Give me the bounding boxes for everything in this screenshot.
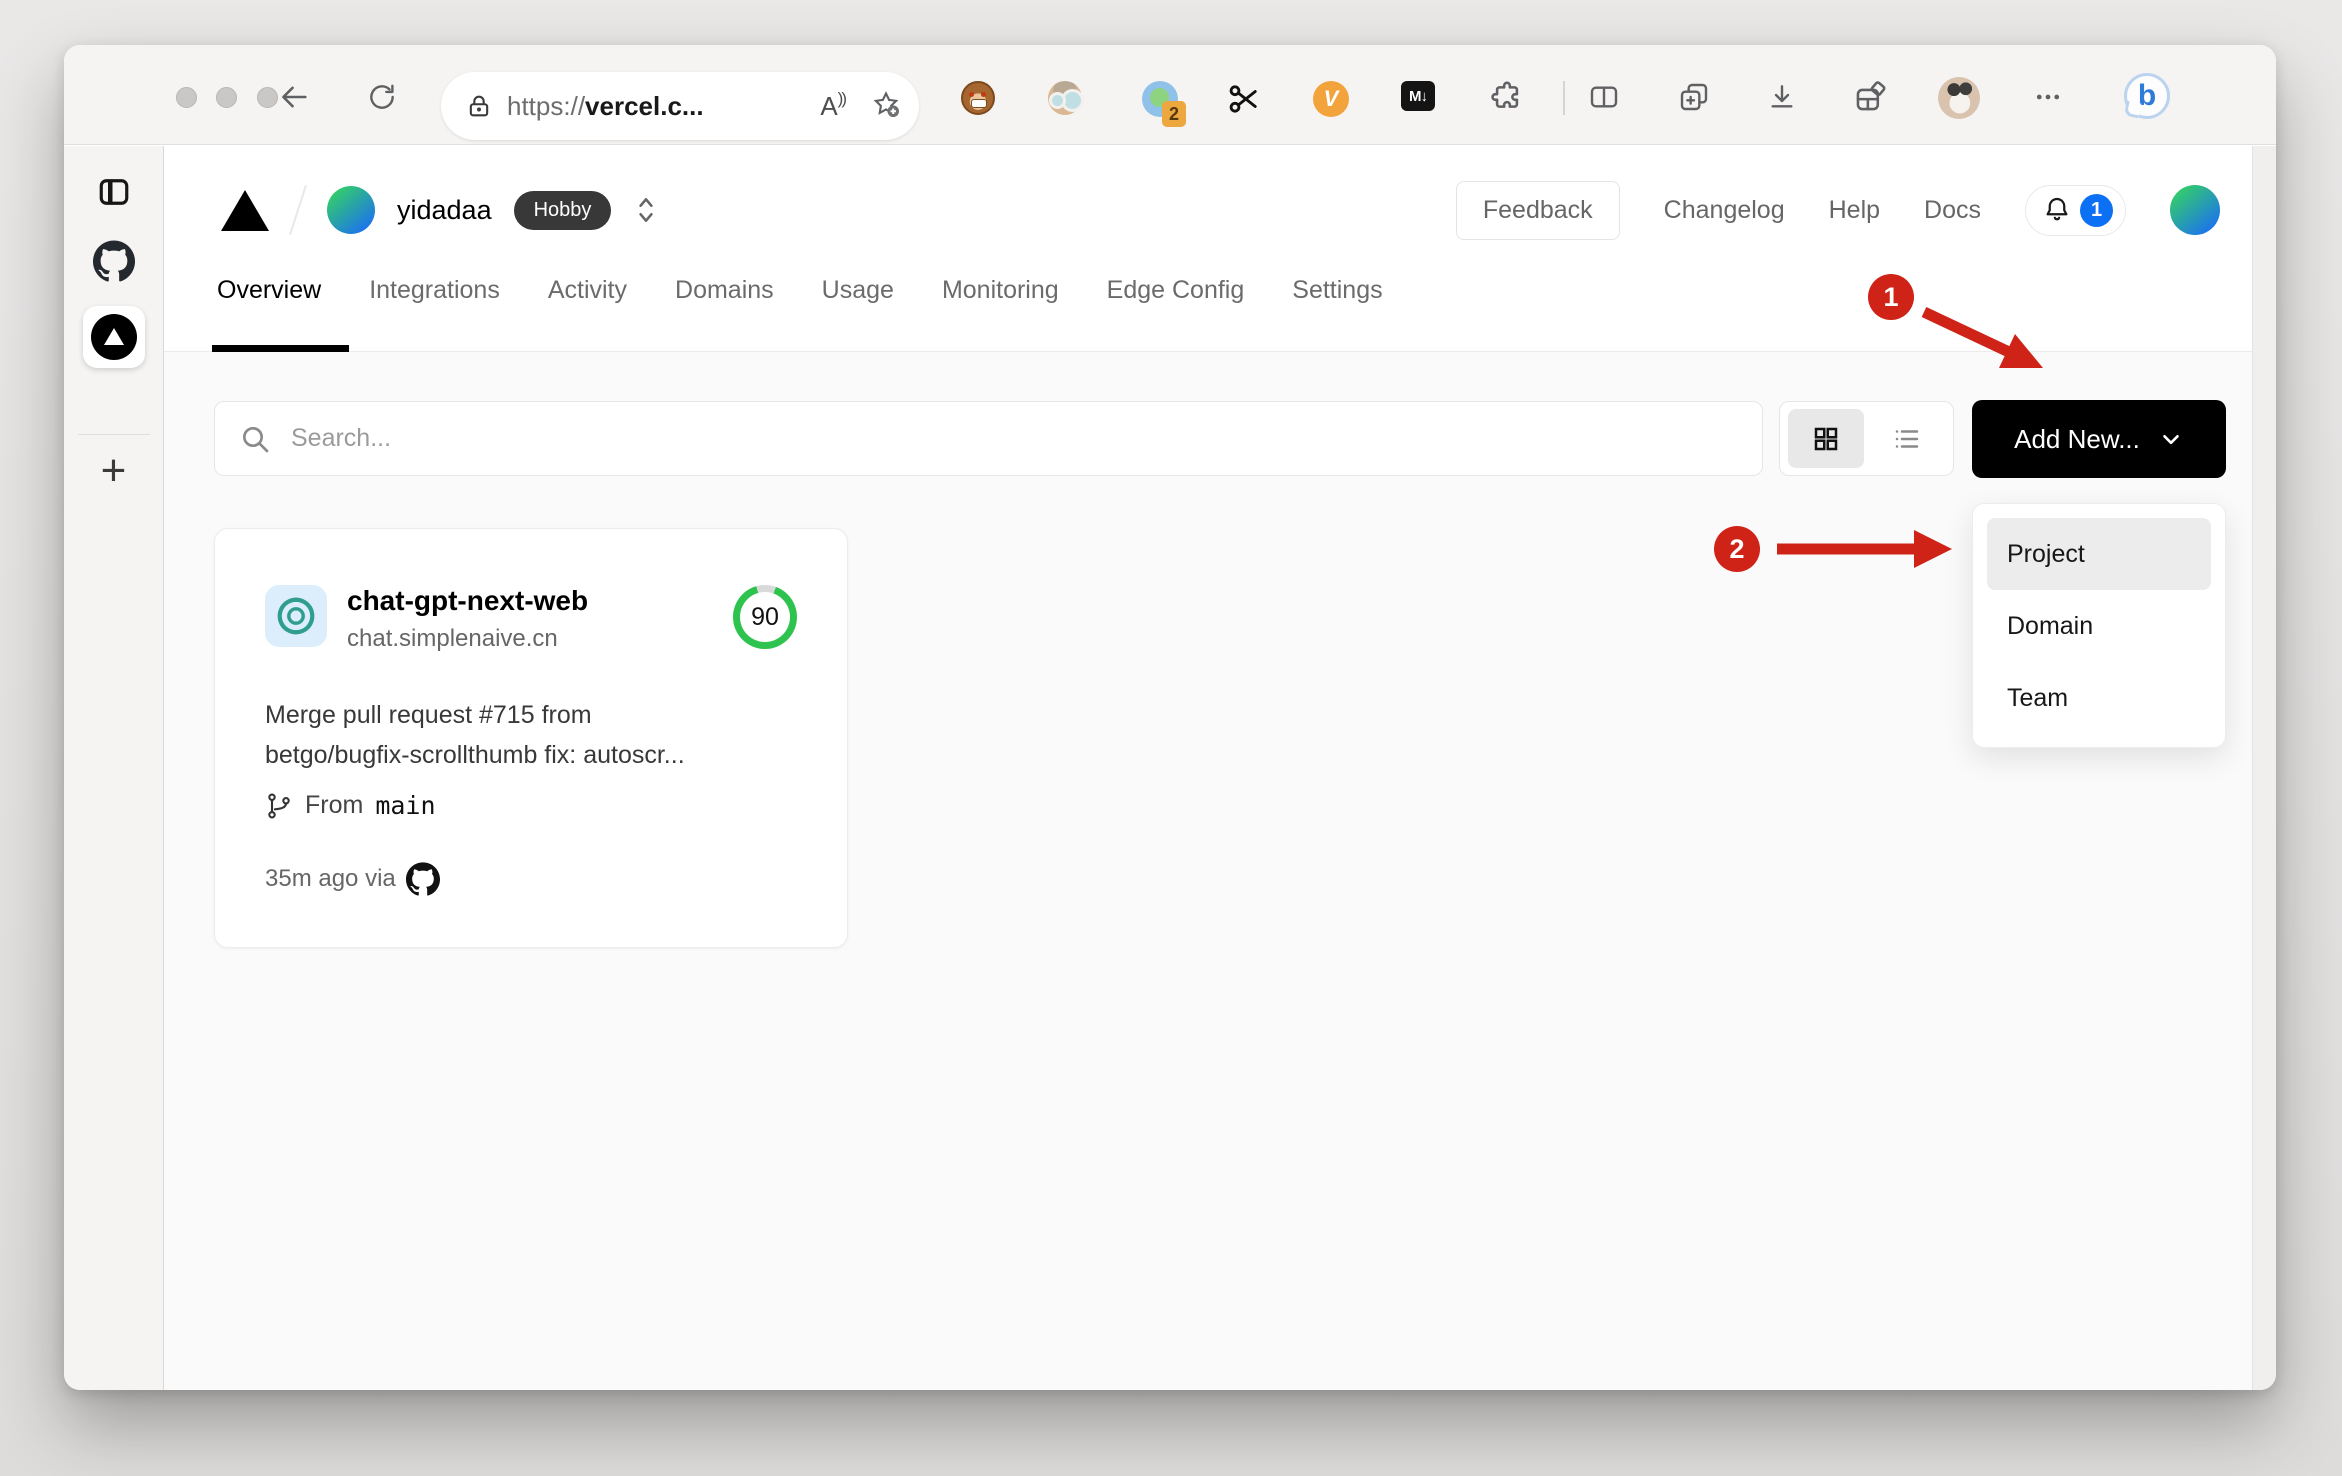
tab-domains[interactable]: Domains — [675, 276, 774, 315]
scissors-extension-icon[interactable] — [1226, 81, 1262, 122]
sidebar-tab-github[interactable] — [92, 240, 135, 282]
vercel-triangle-logo[interactable] — [221, 189, 269, 231]
collections-button[interactable] — [1672, 75, 1716, 119]
branch-name: main — [375, 791, 436, 820]
bing-chat-button[interactable]: b — [2124, 73, 2170, 119]
browser-essentials-button[interactable] — [1848, 75, 1892, 119]
project-domain[interactable]: chat.simplenaive.cn — [347, 625, 588, 653]
active-tab-underline — [212, 345, 349, 352]
url-host: vercel.c... — [585, 90, 704, 121]
view-toggle — [1779, 401, 1954, 476]
tab-edge-config[interactable]: Edge Config — [1107, 276, 1245, 315]
split-screen-button[interactable] — [1582, 75, 1626, 119]
sidebar-add-button[interactable]: + — [101, 446, 127, 496]
team-avatar[interactable] — [327, 186, 375, 234]
sidebar-tab-vercel-active[interactable] — [82, 306, 145, 368]
traffic-light-close[interactable] — [176, 87, 197, 108]
openai-logo-icon — [265, 585, 327, 647]
traffic-light-minimize[interactable] — [216, 87, 237, 108]
help-link[interactable]: Help — [1829, 196, 1880, 225]
feedback-button[interactable]: Feedback — [1455, 180, 1620, 240]
extensions-puzzle-icon[interactable] — [1485, 75, 1529, 119]
bell-icon — [2046, 197, 2068, 221]
add-new-label: Add New... — [2014, 423, 2140, 454]
tab-activity[interactable]: Activity — [548, 276, 627, 315]
team-switcher-chevrons[interactable] — [633, 195, 659, 225]
annotation-step-1: 1 — [1868, 274, 1914, 320]
proxy-extension-icon[interactable]: 2 — [1142, 81, 1186, 127]
avatar-extension-icon[interactable] — [1048, 81, 1082, 115]
markdown-extension-icon[interactable]: M↓ — [1401, 81, 1435, 111]
notifications-button[interactable]: 1 — [2025, 184, 2126, 236]
search-input[interactable] — [291, 424, 1591, 453]
tab-integrations[interactable]: Integrations — [369, 276, 500, 315]
back-arrow-icon — [282, 86, 307, 108]
browser-toolbar: https://vercel.c... A)) 2 V M↓ b — [64, 45, 2276, 145]
lock-icon — [469, 95, 489, 117]
plan-badge: Hobby — [513, 190, 612, 230]
breadcrumb: yidadaa Hobby — [221, 182, 659, 238]
changelog-link[interactable]: Changelog — [1664, 196, 1785, 225]
vercel-page: yidadaa Hobby Feedback Changelog Help Do… — [164, 146, 2276, 1390]
star-plus-icon — [873, 90, 899, 117]
chevron-down-icon — [2163, 434, 2179, 445]
git-branch-icon — [268, 793, 290, 818]
v-extension-icon[interactable]: V — [1313, 81, 1349, 117]
more-menu-button[interactable] — [2026, 75, 2070, 119]
edge-sidebar: + — [64, 146, 164, 1390]
url-text: https://vercel.c... — [507, 90, 704, 121]
read-aloud-button[interactable]: A)) — [820, 89, 847, 122]
search-bar[interactable] — [214, 401, 1763, 476]
toolbar-divider — [1563, 81, 1565, 115]
breadcrumb-divider — [289, 184, 307, 236]
grid-view-icon — [1814, 427, 1838, 450]
notification-count-badge: 1 — [2080, 193, 2113, 227]
vercel-header: yidadaa Hobby Feedback Changelog Help Do… — [164, 146, 2276, 352]
add-new-button[interactable]: Add New... — [1972, 400, 2226, 478]
annotation-step-2: 2 — [1714, 526, 1760, 572]
tab-settings[interactable]: Settings — [1292, 276, 1382, 315]
add-favorite-button[interactable] — [871, 89, 901, 124]
refresh-icon — [370, 84, 394, 109]
tab-monitoring[interactable]: Monitoring — [942, 276, 1059, 315]
github-icon — [405, 862, 440, 896]
tab-usage[interactable]: Usage — [822, 276, 894, 315]
desktop: https://vercel.c... A)) 2 V M↓ b + yidad… — [0, 0, 2342, 1476]
refresh-button[interactable] — [360, 75, 404, 119]
header-actions: Feedback Changelog Help Docs 1 — [1455, 180, 2220, 240]
score-gauge[interactable]: 90 — [733, 585, 797, 649]
dropdown-item-domain[interactable]: Domain — [1987, 590, 2211, 662]
back-button[interactable] — [272, 75, 316, 119]
monkey-extension-icon[interactable] — [961, 81, 995, 115]
branch-label: From — [305, 791, 364, 819]
grid-view-button[interactable] — [1788, 409, 1864, 468]
downloads-button[interactable] — [1760, 75, 1804, 119]
add-new-dropdown: Project Domain Team — [1972, 503, 2226, 748]
list-view-button[interactable] — [1869, 409, 1945, 468]
browser-window: https://vercel.c... A)) 2 V M↓ b + yidad… — [64, 45, 2276, 1390]
nav-tabs: Overview Integrations Activity Domains U… — [217, 276, 1383, 315]
page-scrollbar[interactable] — [2252, 146, 2276, 1390]
list-view-icon — [1895, 429, 1919, 448]
team-name: yidadaa — [397, 194, 492, 225]
deploy-meta: 35m ago via — [265, 862, 797, 896]
sidebar-panel-button[interactable] — [96, 174, 132, 210]
project-name[interactable]: chat-gpt-next-web — [347, 585, 588, 617]
sidebar-divider — [78, 434, 150, 435]
dropdown-item-project[interactable]: Project — [1987, 518, 2211, 590]
branch-row: From main — [265, 791, 797, 820]
project-card[interactable]: chat-gpt-next-web chat.simplenaive.cn 90… — [214, 528, 848, 948]
search-icon — [243, 426, 269, 452]
user-avatar[interactable] — [2170, 185, 2220, 235]
score-value: 90 — [740, 592, 790, 642]
docs-link[interactable]: Docs — [1924, 196, 1981, 225]
tab-overview[interactable]: Overview — [217, 276, 321, 315]
proxy-extension-badge: 2 — [1162, 101, 1186, 127]
url-bar[interactable]: https://vercel.c... A)) — [441, 72, 919, 140]
commit-message[interactable]: Merge pull request #715 from betgo/bugfi… — [265, 695, 797, 775]
profile-avatar[interactable] — [1938, 77, 1980, 119]
dropdown-item-team[interactable]: Team — [1987, 662, 2211, 734]
vercel-logo-icon — [82, 306, 145, 368]
